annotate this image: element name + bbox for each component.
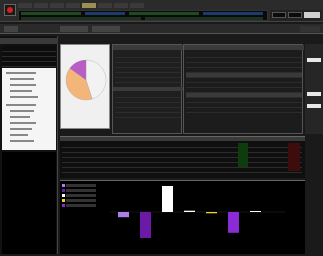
- logo-dot-icon: [7, 7, 13, 13]
- summary-rows: [115, 93, 181, 121]
- tab-controls[interactable]: [300, 26, 320, 32]
- summary-row: [115, 113, 181, 118]
- top-bar: [0, 0, 323, 22]
- tree-item[interactable]: [10, 116, 30, 118]
- menu-item[interactable]: [130, 3, 144, 8]
- chart-legend: [60, 182, 102, 222]
- bar: [250, 211, 261, 212]
- tree-item[interactable]: [10, 84, 36, 86]
- tab-2[interactable]: [60, 26, 88, 32]
- tree-item[interactable]: [10, 110, 34, 112]
- ticker-row: [85, 12, 125, 15]
- tab-3[interactable]: [92, 26, 120, 32]
- top-right-controls: [270, 10, 322, 21]
- legend-label: [66, 204, 96, 207]
- detail-row: [186, 108, 302, 113]
- summary-row: [2, 62, 56, 67]
- right-column: [305, 44, 323, 134]
- field-box[interactable]: [288, 12, 302, 18]
- ticker-row: [203, 12, 263, 15]
- sidebar-summary: [2, 46, 56, 67]
- table-row[interactable]: [62, 168, 302, 173]
- legend-swatch: [62, 204, 65, 207]
- tree-item[interactable]: [10, 128, 32, 130]
- menu-item[interactable]: [50, 3, 64, 8]
- tree-item[interactable]: [10, 122, 36, 124]
- summary-panel: [112, 44, 183, 134]
- app-logo[interactable]: [4, 4, 16, 16]
- menu-item[interactable]: [82, 3, 96, 8]
- legend-swatch: [62, 194, 65, 197]
- tree-item[interactable]: [10, 90, 32, 92]
- positions-table: [60, 136, 305, 178]
- bar: [162, 186, 173, 212]
- bar: [206, 212, 217, 214]
- account-tree[interactable]: [2, 68, 56, 150]
- legend-label: [66, 189, 96, 192]
- tree-item[interactable]: [6, 104, 36, 106]
- detail-panel: [183, 44, 304, 134]
- tabs-row: [0, 24, 323, 34]
- change-column-negative: [288, 143, 300, 171]
- tree-item[interactable]: [10, 78, 34, 80]
- detail-rows: [186, 53, 302, 133]
- allocation-pie-panel: [60, 44, 110, 129]
- tree-item[interactable]: [6, 72, 36, 74]
- menu-bar: [18, 3, 318, 9]
- ticker-row: [129, 12, 199, 15]
- table-body: [62, 143, 302, 177]
- ticker-strip: [18, 10, 268, 21]
- menu-item[interactable]: [114, 3, 128, 8]
- ticker-row: [21, 17, 141, 20]
- search-button[interactable]: [304, 12, 320, 18]
- legend-swatch: [62, 184, 65, 187]
- bar: [228, 212, 239, 233]
- legend-swatch: [62, 199, 65, 202]
- menu-item[interactable]: [34, 3, 48, 8]
- bar: [118, 212, 129, 218]
- panel-header: [184, 45, 304, 50]
- tree-item[interactable]: [10, 96, 38, 98]
- table-header: [60, 137, 305, 141]
- menu-item[interactable]: [98, 3, 112, 8]
- menu-item[interactable]: [66, 3, 80, 8]
- legend-label: [66, 184, 96, 187]
- side-button[interactable]: [307, 92, 321, 96]
- change-column-positive: [238, 143, 248, 167]
- bar: [184, 210, 195, 212]
- tree-item[interactable]: [10, 134, 28, 136]
- menu-item[interactable]: [18, 3, 32, 8]
- field-box[interactable]: [272, 12, 286, 18]
- tree-item[interactable]: [10, 140, 34, 142]
- panel-header: [113, 45, 183, 50]
- tab-1[interactable]: [4, 26, 18, 32]
- summary-rows: [115, 53, 181, 83]
- allocation-pie-chart: [65, 59, 107, 101]
- sidebar-header: [0, 38, 58, 44]
- ticker-row: [145, 17, 263, 20]
- legend-label: [66, 194, 96, 197]
- bar: [140, 212, 151, 238]
- side-button[interactable]: [307, 58, 321, 62]
- legend-label: [66, 199, 96, 202]
- side-button[interactable]: [307, 104, 321, 108]
- sidebar-empty-area: [2, 152, 56, 254]
- legend-swatch: [62, 189, 65, 192]
- summary-row: [115, 78, 181, 83]
- section-header: [113, 87, 183, 91]
- ticker-row: [21, 12, 81, 15]
